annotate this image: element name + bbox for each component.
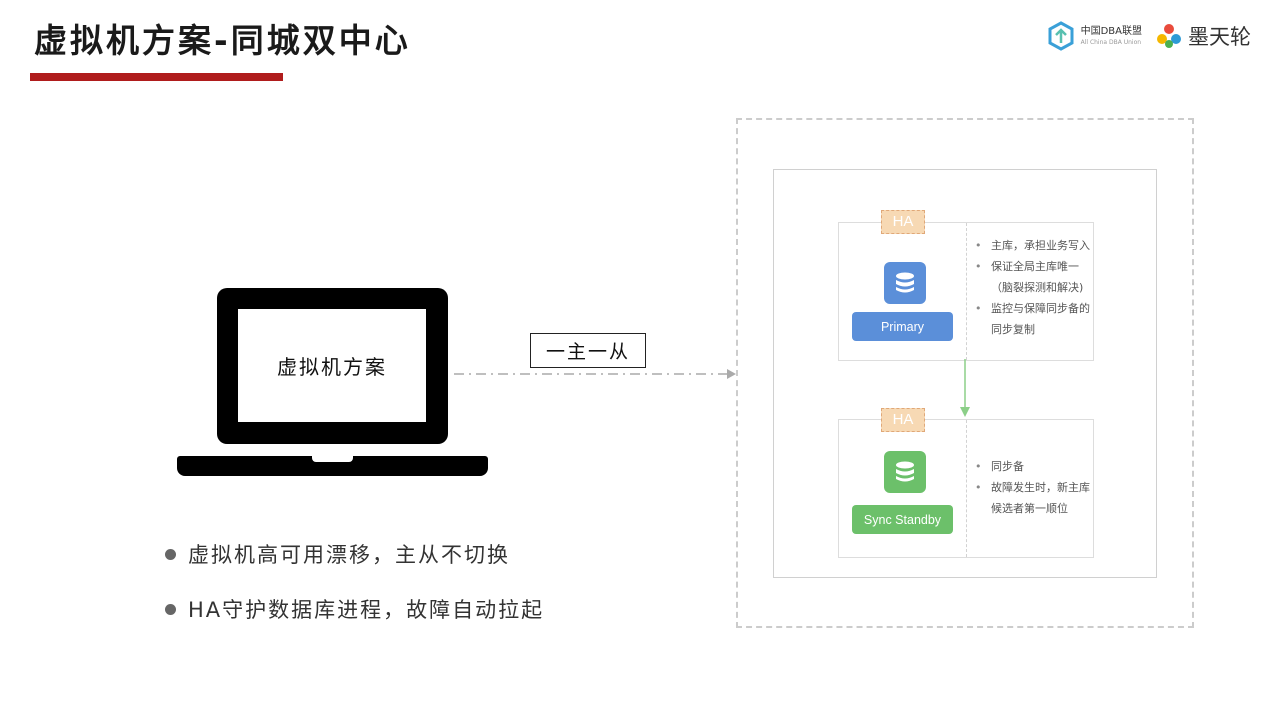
node-divider (966, 223, 967, 360)
ha-badge-standby: HA (881, 408, 925, 432)
laptop-screen-text: 虚拟机方案 (238, 309, 426, 422)
motianlun-name: 墨天轮 (1188, 25, 1251, 49)
bullet-dot (165, 548, 176, 560)
dba-alliance-logo: 中国DBA联盟 All China DBA Union (1047, 21, 1142, 51)
primary-role-label: Primary (852, 312, 953, 341)
laptop-notch (312, 456, 353, 462)
replication-arrow (960, 359, 970, 417)
bullet-item: 虚拟机高可用漂移，主从不切换 (165, 539, 510, 569)
note-item: 监控与保障同步备的同步复制 (973, 298, 1091, 340)
database-icon (884, 262, 926, 304)
title-underline (30, 73, 283, 81)
motianlun-logo: 墨天轮 (1156, 21, 1251, 51)
primary-notes: 主库，承担业务写入 保证全局主库唯一（脑裂探测和解决) 监控与保障同步备的同步复… (973, 235, 1091, 340)
dba-alliance-name: 中国DBA联盟 (1080, 25, 1142, 37)
bullet-text: 虚拟机高可用漂移，主从不切换 (188, 543, 510, 567)
primary-node: Primary 主库，承担业务写入 保证全局主库唯一（脑裂探测和解决) 监控与保… (838, 222, 1094, 361)
node-divider (966, 420, 967, 557)
logo-group: 中国DBA联盟 All China DBA Union 墨天轮 (1047, 18, 1251, 54)
laptop-base (177, 456, 488, 476)
note-item: 同步备 (973, 456, 1091, 477)
laptop-screen: 虚拟机方案 (217, 288, 448, 444)
ha-badge-primary: HA (881, 210, 925, 234)
connector-label: 一主一从 (530, 333, 646, 368)
page-title: 虚拟机方案-同城双中心 (34, 21, 411, 60)
note-item: 故障发生时，新主库候选者第一顺位 (973, 477, 1091, 519)
note-item: 保证全局主库唯一（脑裂探测和解决) (973, 256, 1091, 298)
standby-notes: 同步备 故障发生时，新主库候选者第一顺位 (973, 456, 1091, 519)
standby-node: Sync Standby 同步备 故障发生时，新主库候选者第一顺位 (838, 419, 1094, 558)
standby-role-label: Sync Standby (852, 505, 953, 534)
dba-alliance-subtitle: All China DBA Union (1080, 38, 1142, 46)
motianlun-logo-icon (1157, 24, 1181, 48)
note-item: 主库，承担业务写入 (973, 235, 1091, 256)
bullet-dot (165, 603, 176, 615)
bullet-item: HA守护数据库进程，故障自动拉起 (165, 594, 544, 624)
dba-alliance-logo-icon (1048, 21, 1074, 51)
bullet-text: HA守护数据库进程，故障自动拉起 (188, 598, 545, 622)
database-icon (884, 451, 926, 493)
